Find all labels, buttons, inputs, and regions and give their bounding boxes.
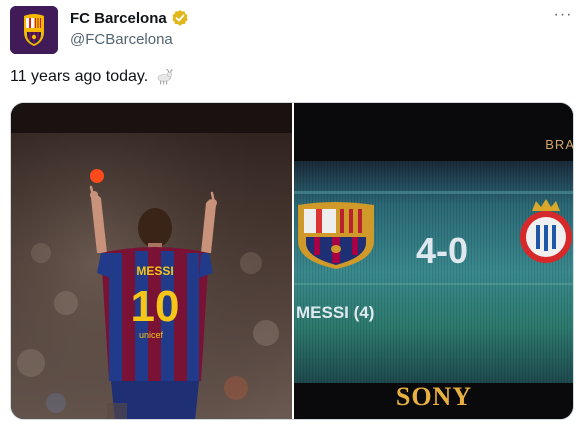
board-corner-text: BRA (545, 137, 574, 152)
avatar[interactable] (10, 6, 58, 54)
verified-badge-icon (171, 9, 189, 27)
jersey-name: MESSI (136, 264, 173, 278)
photo-scoreboard[interactable]: BRA 4-0 MESSI (4) SONY (294, 103, 574, 419)
jersey-sponsor: unicef (139, 330, 164, 340)
jersey-number: 10 (131, 282, 180, 331)
tweet-header: FC Barcelona @FCBarcelona ··· (10, 6, 574, 56)
sony-board-text: SONY (396, 382, 472, 411)
photo-messi-celebration[interactable]: MESSI 10 unicef (11, 103, 292, 419)
account-handle[interactable]: @FCBarcelona (70, 31, 173, 48)
more-options-icon[interactable]: ··· (552, 7, 574, 26)
display-name[interactable]: FC Barcelona (70, 10, 167, 27)
barcelona-crest-icon (298, 202, 374, 269)
scorer-line: MESSI (4) (296, 303, 374, 322)
score: 4-0 (416, 230, 468, 271)
tweet-body: 11 years ago today. (10, 68, 174, 86)
goat-emoji-icon (154, 68, 174, 86)
tweet-text: 11 years ago today. (10, 68, 149, 85)
barcelona-crest-icon (10, 6, 58, 54)
tweet-media[interactable]: MESSI 10 unicef BRA 4-0 MESSI (4) SONY (10, 102, 574, 420)
